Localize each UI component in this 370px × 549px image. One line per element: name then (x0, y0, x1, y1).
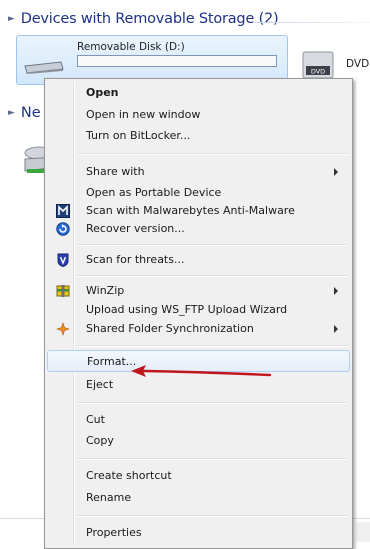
menu-separator (77, 345, 348, 347)
context-menu: Open Open in new window Turn on BitLocke… (44, 78, 353, 549)
dvd-drive-icon[interactable]: DVD (300, 50, 338, 80)
menu-item-label: Copy (86, 434, 114, 447)
menu-item-label: Scan for threats... (86, 253, 185, 266)
menu-item-label: Upload using WS_FTP Upload Wizard (86, 303, 288, 316)
expand-triangle-icon[interactable]: ► (8, 14, 15, 24)
annotation-arrow-icon (131, 365, 272, 377)
menu-item-label: Turn on BitLocker... (86, 129, 191, 142)
menu-item-copy[interactable]: Copy (47, 430, 350, 452)
scrollbar-stub[interactable] (356, 522, 370, 542)
menu-separator (77, 402, 348, 404)
menu-item-cut[interactable]: Cut (47, 409, 350, 431)
group-header-network[interactable]: ► Ne (8, 105, 41, 121)
menu-item-recover-version[interactable]: Recover version... (47, 218, 350, 240)
menu-item-properties[interactable]: Properties (47, 522, 350, 544)
menu-item-open-new-window[interactable]: Open in new window (47, 104, 350, 126)
menu-item-label: Rename (86, 491, 132, 504)
submenu-arrow-icon (334, 287, 338, 295)
menu-item-scan-for-threats[interactable]: Scan for threats... (47, 249, 350, 271)
menu-item-label: Open in new window (86, 108, 201, 121)
winzip-icon (56, 285, 70, 297)
menu-item-label: Cut (86, 413, 105, 426)
menu-item-label: Format... (87, 355, 137, 368)
dvd-badge-text: DVD (311, 68, 325, 76)
menu-separator (77, 275, 348, 277)
menu-item-turn-on-bitlocker[interactable]: Turn on BitLocker... (47, 125, 350, 147)
disk-usage-bar (77, 55, 277, 67)
menu-item-label: Recover version... (86, 222, 185, 235)
menu-item-rename[interactable]: Rename (47, 487, 350, 509)
group-header-divider (255, 22, 370, 23)
expand-triangle-icon[interactable]: ► (8, 108, 15, 118)
menu-item-shared-folder-sync[interactable]: Shared Folder Synchronization (47, 318, 350, 340)
malwarebytes-icon (56, 204, 70, 218)
group-header-removable-storage[interactable]: ► Devices with Removable Storage (2) (8, 11, 279, 27)
menu-separator (77, 515, 348, 517)
shield-scan-icon (57, 253, 69, 267)
removable-disk-label: Removable Disk (D:) (77, 41, 185, 53)
menu-item-label: Scan with Malwarebytes Anti-Malware (86, 204, 295, 217)
menu-separator (77, 458, 348, 460)
menu-item-label: Properties (86, 526, 142, 539)
sync-icon (56, 322, 70, 336)
menu-item-label: Open as Portable Device (86, 186, 222, 199)
menu-item-label: Shared Folder Synchronization (86, 322, 254, 335)
group-header-label: Ne (20, 105, 41, 121)
submenu-arrow-icon (334, 168, 338, 176)
removable-drive-icon (24, 61, 64, 74)
menu-item-open[interactable]: Open (47, 82, 350, 104)
menu-item-label: Share with (86, 165, 145, 178)
menu-separator (77, 244, 348, 246)
group-header-label: Devices with Removable Storage (2) (20, 11, 279, 27)
menu-item-label: Eject (86, 378, 114, 391)
menu-item-share-with[interactable]: Share with (47, 161, 350, 183)
menu-separator (77, 153, 348, 155)
menu-item-label: Create shortcut (86, 469, 172, 482)
submenu-arrow-icon (334, 325, 338, 333)
menu-item-create-shortcut[interactable]: Create shortcut (47, 465, 350, 487)
recover-icon (56, 222, 70, 236)
menu-item-label: WinZip (86, 284, 125, 297)
menu-item-label: Open (86, 86, 119, 99)
dvd-drive-label[interactable]: DVD (346, 58, 369, 70)
